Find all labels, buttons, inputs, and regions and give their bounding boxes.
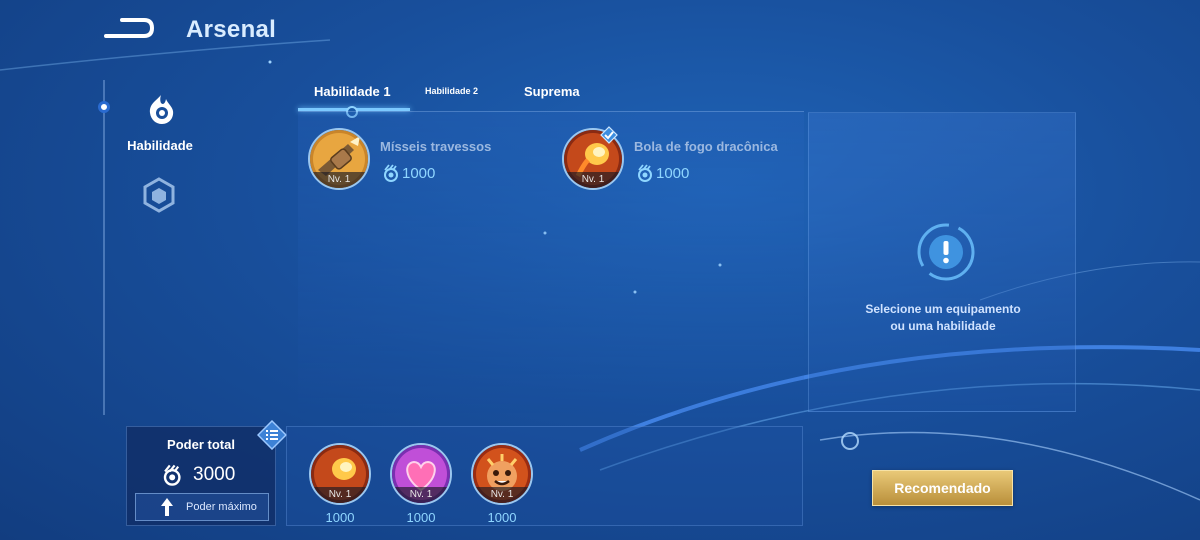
power-coin-icon — [384, 164, 398, 182]
empty-selection-line2: ou uma habilidade — [890, 319, 996, 333]
empty-selection-line1: Selecione um equipamento — [865, 302, 1021, 316]
monkey-face-icon: Nv. 1 — [471, 443, 533, 505]
back-arrow-icon — [104, 18, 154, 38]
skills-list-panel: Nv. 1 Mísseis travessos 1000 Nv. 1 Bola … — [298, 111, 804, 413]
total-power-value: 3000 — [193, 464, 236, 485]
tab-habilidade-1[interactable]: Habilidade 1 — [314, 84, 391, 99]
equipped-cost: 1000 — [487, 510, 517, 525]
equipped-cost: 1000 — [406, 510, 436, 525]
alert-icon — [917, 223, 975, 281]
equipped-slot[interactable]: Nv. 1 1000 — [389, 443, 453, 527]
flame-icon — [149, 95, 174, 124]
recommended-button[interactable]: Recomendado — [872, 470, 1013, 506]
power-coin-icon — [163, 464, 181, 486]
skill-level: Nv. 1 — [564, 172, 622, 188]
emblem-shield-icon — [143, 177, 175, 213]
back-button[interactable] — [100, 14, 158, 44]
fireball-icon: Nv. 1 — [309, 443, 371, 505]
tab-suprema[interactable]: Suprema — [524, 84, 580, 99]
total-power-box: Poder total 3000 Poder máximo — [126, 426, 276, 526]
equipped-level: Nv. 1 — [311, 487, 369, 503]
skill-card[interactable]: Nv. 1 Bola de fogo dracônica 1000 — [562, 126, 802, 194]
details-panel: Selecione um equipamento ou uma habilida… — [808, 112, 1076, 412]
arrow-up-icon — [161, 498, 173, 516]
skill-card[interactable]: Nv. 1 Mísseis travessos 1000 — [308, 128, 538, 194]
empty-selection-message: Selecione um equipamento ou uma habilida… — [809, 301, 1077, 335]
sidebar-item-habilidade[interactable]: Habilidade — [112, 92, 208, 162]
max-power-button[interactable]: Poder máximo — [135, 493, 269, 521]
heart-icon: Nv. 1 — [390, 443, 452, 505]
equipped-slot[interactable]: Nv. 1 1000 — [470, 443, 534, 527]
total-power-label: Poder total — [167, 437, 235, 452]
tab-habilidade-2[interactable]: Habilidade 2 — [425, 86, 478, 96]
sidebar-item-label: Habilidade — [127, 138, 193, 153]
equipped-slot[interactable]: Nv. 1 1000 — [308, 443, 372, 527]
skill-cost: 1000 — [634, 163, 689, 183]
sidebar-active-marker — [98, 101, 110, 113]
sidebar-item-emblem[interactable] — [140, 176, 178, 214]
skill-level: Nv. 1 — [310, 172, 368, 188]
skill-name: Bola de fogo dracônica — [634, 139, 778, 154]
equipped-skills-panel: Nv. 1 1000 Nv. 1 1000 Nv. 1 1000 — [286, 426, 803, 526]
missiles-icon: Nv. 1 — [308, 128, 370, 190]
skill-cost: 1000 — [380, 163, 435, 183]
list-icon — [256, 419, 288, 451]
skill-name: Mísseis travessos — [380, 139, 492, 154]
equipped-check-icon — [600, 126, 618, 144]
side-watermark — [2, 210, 12, 330]
equipped-cost: 1000 — [325, 510, 355, 525]
power-list-button[interactable] — [256, 419, 288, 451]
power-coin-icon — [638, 164, 652, 182]
sidebar-divider — [103, 80, 105, 415]
max-power-label: Poder máximo — [186, 501, 257, 513]
page-title: Arsenal — [186, 16, 277, 43]
equipped-level: Nv. 1 — [392, 487, 450, 503]
skill-cost-value: 1000 — [402, 165, 436, 182]
skill-cost-value: 1000 — [656, 165, 690, 182]
equipped-level: Nv. 1 — [473, 487, 531, 503]
